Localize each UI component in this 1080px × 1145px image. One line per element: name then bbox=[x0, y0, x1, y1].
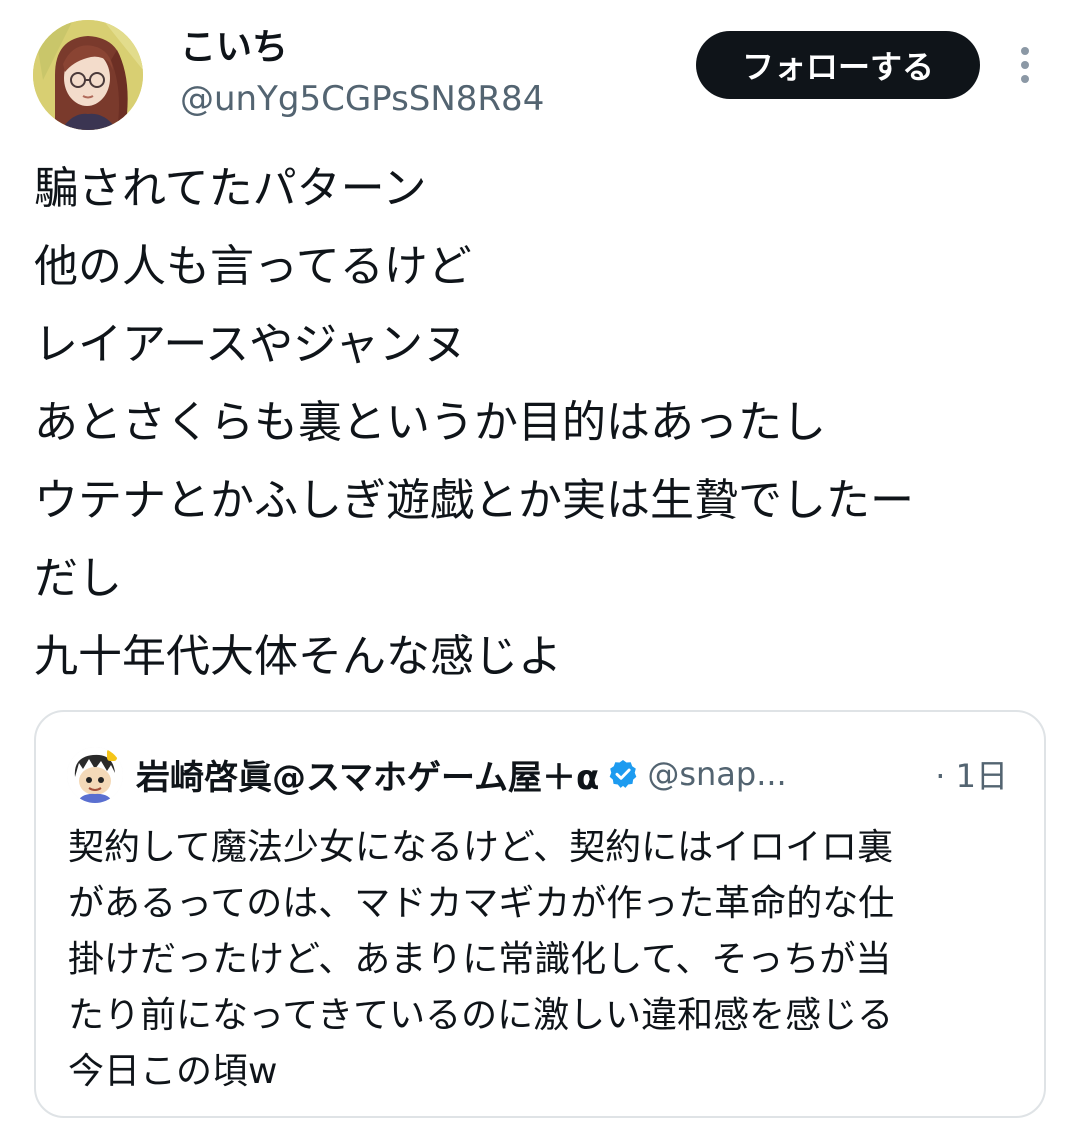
quote-avatar-illustration-icon bbox=[67, 747, 123, 803]
avatar-illustration-icon bbox=[33, 20, 143, 130]
tweet-text-line: レイアースやジャンヌ bbox=[34, 319, 467, 370]
quote-author-name[interactable]: 岩崎啓眞@スマホゲーム屋＋α bbox=[136, 750, 599, 799]
tweet-text-line: 九十年代大体そんな感じよ bbox=[34, 631, 562, 682]
quote-text-line: があるってのは、マドカマギカが作った革命的な仕 bbox=[68, 883, 895, 924]
quote-text-line: 契約して魔法少女になるけど、契約にはイロイロ裏 bbox=[68, 827, 894, 868]
tweet: こいち @unYg5CGPsSN8R84 フォローする 騙されてたパターン 他の… bbox=[0, 0, 1080, 1145]
quote-text-line: 今日この頃w bbox=[68, 1051, 278, 1092]
quote-author-avatar[interactable] bbox=[67, 747, 123, 803]
quote-text-line: 掛けだったけど、あまりに常識化して、そっちが当 bbox=[68, 939, 892, 980]
tweet-text-line: 他の人も言ってるけど bbox=[34, 241, 472, 292]
quote-tweet-text: 契約して魔法少女になるけど、契約にはイロイロ裏 があるってのは、マドカマギカが作… bbox=[68, 820, 1018, 1100]
tweet-text-line: だし bbox=[34, 553, 122, 604]
tweet-text: 騙されてたパターン 他の人も言ってるけど レイアースやジャンヌ あとさくらも裏と… bbox=[34, 150, 1054, 696]
quote-header: 岩崎啓眞@スマホゲーム屋＋α @snap... bbox=[136, 746, 787, 802]
tweet-text-line: 騙されてたパターン bbox=[34, 163, 427, 214]
author-handle[interactable]: @unYg5CGPsSN8R84 bbox=[180, 78, 544, 120]
author-display-name[interactable]: こいち bbox=[180, 26, 288, 70]
tweet-text-line: ウテナとかふしぎ遊戯とか実は生贄でしたー bbox=[34, 475, 914, 526]
tweet-text-line: あとさくらも裏というか目的はあったし bbox=[34, 397, 826, 448]
author-avatar[interactable] bbox=[33, 20, 143, 130]
more-vertical-icon[interactable] bbox=[1008, 40, 1042, 90]
quote-tweet-card[interactable]: 岩崎啓眞@スマホゲーム屋＋α @snap... · 1日 契約して魔法少女になる… bbox=[34, 710, 1046, 1118]
quote-timestamp[interactable]: · 1日 bbox=[935, 746, 1008, 802]
verified-badge-icon bbox=[609, 760, 637, 788]
quote-author-handle[interactable]: @snap... bbox=[647, 755, 786, 793]
quote-text-line: たり前になってきているのに激しい違和感を感じる bbox=[68, 995, 894, 1036]
follow-button[interactable]: フォローする bbox=[696, 31, 980, 99]
